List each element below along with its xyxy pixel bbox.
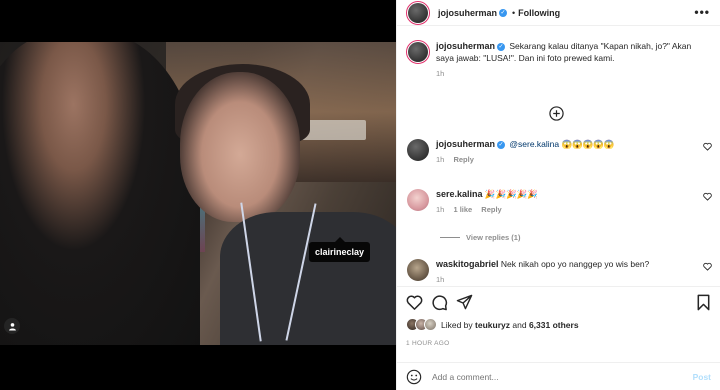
author-avatar[interactable] (406, 0, 430, 25)
commenter-avatar[interactable] (406, 258, 430, 282)
caption: jojosuherman ✓ Sekarang kalau ditanya "Ka… (406, 40, 712, 78)
following-button[interactable]: Following (518, 8, 560, 18)
commenter-username[interactable]: jojosuherman (436, 139, 495, 149)
comment-item: waskitogabriel Nek nikah opo yo nanggep … (406, 258, 712, 284)
author-username[interactable]: jojosuherman (438, 8, 497, 18)
reply-button[interactable]: Reply (453, 155, 473, 164)
heart-icon[interactable] (703, 142, 712, 151)
view-replies-button[interactable]: View replies (1) (440, 233, 520, 242)
comment-text: 🎉🎉🎉🎉🎉 (484, 189, 538, 199)
likes-prefix: Liked by (441, 319, 473, 330)
comment-mention[interactable]: @sere.kalina (509, 139, 559, 149)
comment-bubble-icon[interactable] (431, 294, 448, 311)
verified-badge-icon: ✓ (499, 8, 508, 17)
comment-item: sere.kalina 🎉🎉🎉🎉🎉 1h 1 like Reply (406, 188, 712, 214)
photo-person-right (180, 72, 300, 222)
like-heart-icon[interactable] (406, 294, 423, 311)
comment-time[interactable]: 1h (436, 275, 444, 284)
comment-text: 😱😱😱😱😱 (561, 139, 615, 149)
liker-username[interactable]: teukuryz (475, 320, 510, 330)
commenter-avatar[interactable] (406, 138, 430, 162)
user-tags-button[interactable] (4, 318, 20, 334)
post-media[interactable]: clairineclay (0, 0, 396, 390)
post-side-panel: jojosuherman ✓ • Following ••• jojosuher… (396, 0, 720, 390)
caption-username[interactable]: jojosuherman (436, 41, 495, 51)
heart-icon[interactable] (703, 192, 712, 201)
add-comment-input[interactable] (432, 371, 693, 382)
user-tag-label[interactable]: clairineclay (309, 237, 371, 262)
commenter-username[interactable]: sere.kalina (436, 189, 483, 199)
commenter-avatar[interactable] (406, 188, 430, 212)
bookmark-icon[interactable] (695, 294, 712, 311)
caption-time[interactable]: 1h (436, 69, 444, 78)
heart-icon[interactable] (703, 262, 712, 271)
comment-likes[interactable]: 1 like (453, 205, 472, 214)
post-timestamp[interactable]: 1 HOUR AGO (406, 340, 449, 347)
verified-badge-icon: ✓ (497, 140, 506, 149)
likes-summary: Liked by teukuryz and 6,331 others (406, 318, 579, 331)
post-photo[interactable] (0, 42, 396, 345)
emoji-icon[interactable] (406, 369, 422, 385)
add-comment-bar: Post (397, 362, 720, 390)
header-separator: • (512, 7, 516, 18)
view-replies-label: View replies (1) (466, 233, 521, 242)
add-circle-icon[interactable] (549, 106, 564, 121)
liker-avatar[interactable] (424, 318, 437, 331)
post-comment-button[interactable]: Post (693, 372, 711, 382)
verified-badge-icon: ✓ (497, 42, 506, 51)
action-bar (397, 286, 720, 316)
photo-person-left (0, 42, 200, 345)
author-avatar[interactable] (406, 40, 430, 64)
more-options-icon[interactable]: ••• (694, 5, 710, 19)
comment-text: Nek nikah opo yo nanggep yo wis ben? (500, 259, 650, 269)
post-header: jojosuherman ✓ • Following ••• (397, 0, 720, 26)
comment-time[interactable]: 1h (436, 155, 444, 164)
share-paper-plane-icon[interactable] (456, 294, 473, 311)
comment-time[interactable]: 1h (436, 205, 444, 214)
likes-and: and (512, 319, 527, 330)
post-window: clairineclay jojosuherman ✓ • Following … (0, 0, 720, 390)
reply-button[interactable]: Reply (481, 205, 501, 214)
commenter-username[interactable]: waskitogabriel (436, 259, 499, 269)
comment-item: jojosuherman ✓ @sere.kalina 😱😱😱😱😱 1h Repl… (406, 138, 712, 164)
likes-count[interactable]: 6,331 others (529, 320, 579, 330)
replies-line (440, 237, 460, 238)
comments-list[interactable]: jojosuherman ✓ Sekarang kalau ditanya "Ka… (397, 28, 720, 286)
person-icon (8, 322, 16, 331)
